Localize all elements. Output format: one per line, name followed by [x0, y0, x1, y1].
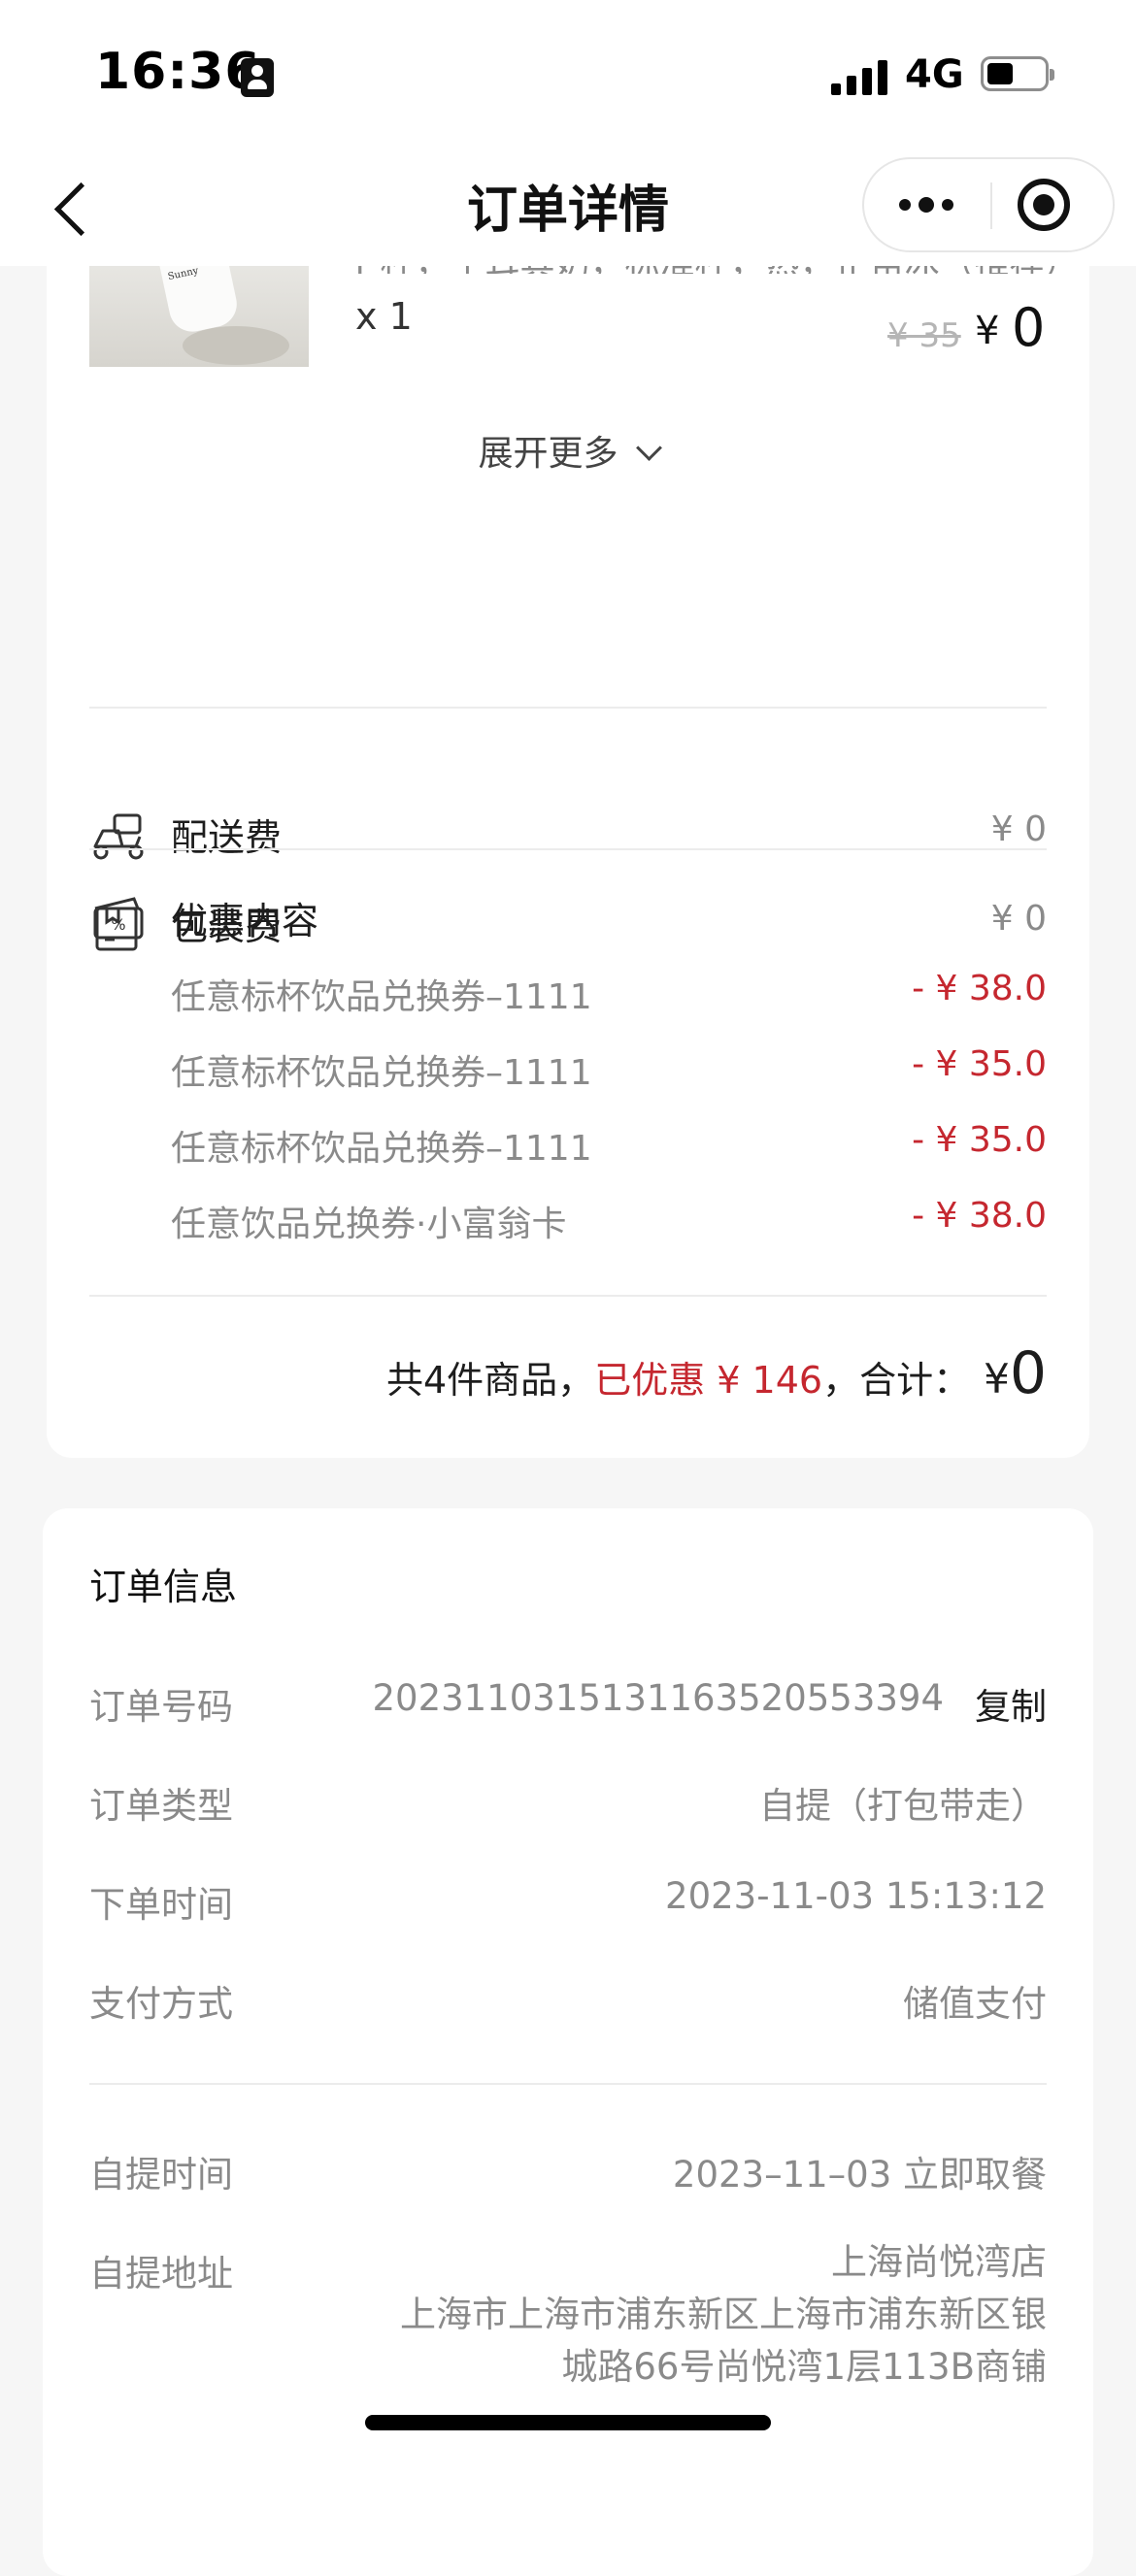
- product-price: 0: [1012, 297, 1046, 358]
- miniprogram-capsule: [862, 157, 1115, 252]
- order-type-label: 订单类型: [89, 1785, 233, 1827]
- order-number-label: 订单号码: [89, 1686, 233, 1728]
- divider: [89, 707, 1047, 709]
- total-currency: ¥: [984, 1355, 1010, 1403]
- product-image: Sunny: [89, 266, 309, 367]
- packaging-fee-row: [89, 710, 1047, 951]
- total-label: ，合计：: [822, 1359, 971, 1402]
- divider: [89, 848, 1047, 850]
- discount-item: 任意标杯饮品兑换券–1111 - ¥ 35.0: [171, 1120, 1047, 1171]
- order-type-value: 自提（打包带走）: [759, 1785, 1047, 1827]
- expand-more-button[interactable]: 展开更多: [47, 425, 1089, 476]
- status-time: 16:36: [95, 43, 261, 101]
- more-dots-icon: [899, 199, 911, 211]
- copy-order-number-button[interactable]: 复制: [975, 1677, 1047, 1730]
- divider: [89, 2083, 1047, 2085]
- payment-method-label: 支付方式: [89, 1983, 233, 2025]
- cellular-signal-icon: [831, 60, 889, 95]
- order-number-value: 2023110315131163520553394: [372, 1677, 944, 1719]
- discount-value: - ¥ 35.0: [912, 1120, 1047, 1160]
- discount-item: 任意标杯饮品兑换券–1111 - ¥ 35.0: [171, 1044, 1047, 1095]
- discount-name: 任意饮品兑换券·小富翁卡: [171, 1205, 567, 1244]
- order-total: 0: [1009, 1339, 1047, 1407]
- order-info-title: 订单信息: [89, 1566, 238, 1608]
- capsule-divider: [990, 182, 992, 229]
- product-quantity: x 1: [355, 295, 413, 338]
- status-bar: 16:36 4G: [0, 0, 1136, 146]
- divider: [89, 1295, 1047, 1297]
- price-currency: ¥: [975, 309, 1000, 353]
- discount-item: 任意饮品兑换券·小富翁卡 - ¥ 38.0: [171, 1196, 1047, 1246]
- nav-bar: 订单详情: [0, 146, 1136, 266]
- svg-text:%: %: [111, 915, 125, 934]
- address-line: 上海市上海市浦东新区上海市浦东新区银: [400, 2294, 1047, 2335]
- pickup-time-label: 自提时间: [89, 2154, 233, 2196]
- order-time-label: 下单时间: [89, 1884, 233, 1926]
- more-options-button[interactable]: [874, 167, 986, 243]
- order-time-value: 2023-11-03 15:13:12: [665, 1875, 1047, 1917]
- pickup-time-value: 2023–11–03 立即取餐: [672, 2154, 1047, 2196]
- pickup-address-label: 自提地址: [89, 2253, 233, 2295]
- discount-name: 任意标杯饮品兑换券–1111: [171, 1053, 592, 1093]
- discount-total: 已优惠 ¥ 146: [594, 1359, 823, 1402]
- discount-name: 任意标杯饮品兑换券–1111: [171, 977, 592, 1017]
- discount-value: - ¥ 38.0: [912, 969, 1047, 1008]
- home-indicator: [365, 2415, 771, 2430]
- pickup-address: 上海尚悦湾店 上海市上海市浦东新区上海市浦东新区银 城路66号尚悦湾1层113B…: [400, 2236, 1047, 2394]
- original-price: ¥ 35: [887, 316, 961, 355]
- item-count: 共4件商品，: [386, 1359, 595, 1402]
- store-name: 上海尚悦湾店: [831, 2241, 1047, 2283]
- address-line: 城路66号尚悦湾1层113B商铺: [561, 2346, 1047, 2388]
- coupon-icon: %: [93, 897, 144, 940]
- discount-label: 优惠内容: [171, 900, 319, 942]
- expand-more-label: 展开更多: [478, 434, 618, 474]
- order-summary: 共4件商品，已优惠 ¥ 146，合计： ¥0: [386, 1339, 1047, 1407]
- order-items-card: Sunny [ 杯，土耳其奶，标准杯，热，正常冰（推荐）] x 1 ¥ 35 ¥…: [47, 266, 1089, 1458]
- discount-item: 任意标杯饮品兑换券–1111 - ¥ 38.0: [171, 969, 1047, 1019]
- person-badge-icon: [241, 58, 274, 97]
- network-type: 4G: [905, 52, 964, 97]
- payment-method-value: 储值支付: [903, 1983, 1047, 2025]
- packaging-fee-value: ¥ 0: [990, 899, 1047, 939]
- chevron-down-icon: [635, 435, 662, 461]
- discount-value: - ¥ 38.0: [912, 1196, 1047, 1236]
- product-spec: [ 杯，土耳其奶，标准杯，热，正常冰（推荐）]: [355, 266, 1054, 274]
- discount-name: 任意标杯饮品兑换券–1111: [171, 1129, 592, 1169]
- battery-icon: [981, 56, 1054, 91]
- discount-value: - ¥ 35.0: [912, 1044, 1047, 1084]
- close-miniprogram-icon[interactable]: [1018, 179, 1070, 231]
